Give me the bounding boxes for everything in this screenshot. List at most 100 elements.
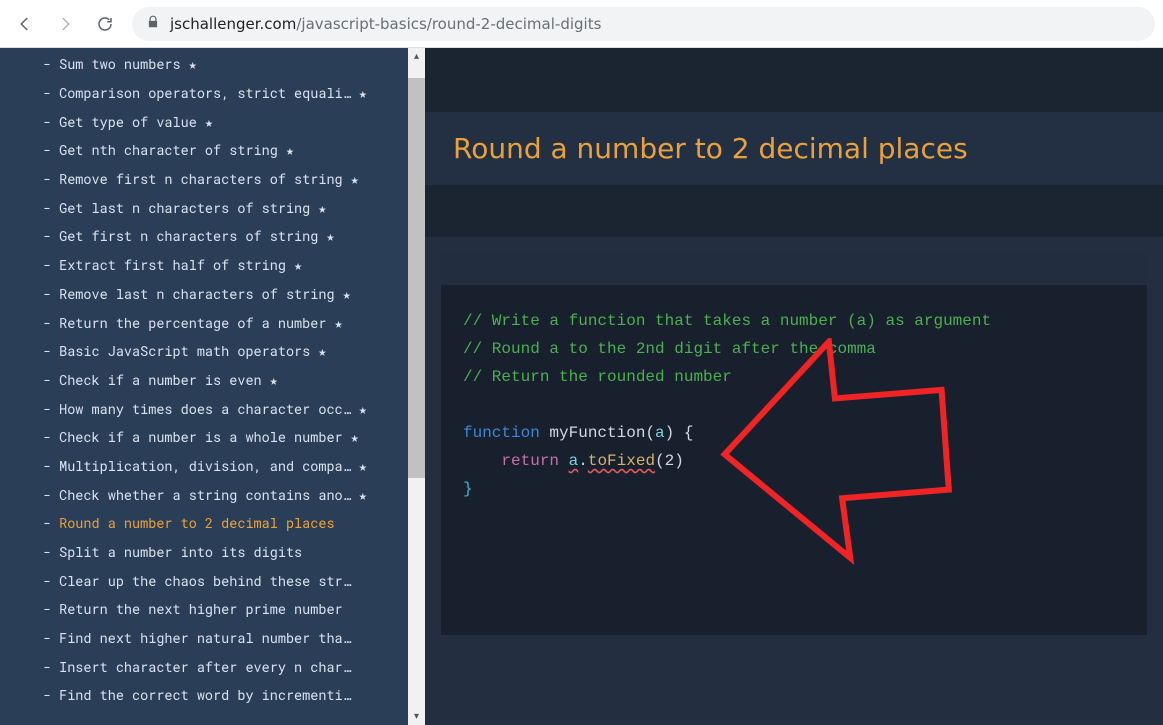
star-icon: ★: [270, 371, 278, 389]
sidebar-item-dash: -: [43, 428, 51, 446]
sidebar-item-dash: -: [43, 256, 51, 274]
sidebar-item[interactable]: -Multiplication, division, and compa…★: [0, 452, 425, 481]
sidebar-item[interactable]: -Check whether a string contains ano…★: [0, 480, 425, 509]
code-comment-3: // Return the rounded number: [463, 368, 732, 386]
sidebar-item-dash: -: [43, 314, 51, 332]
star-icon: ★: [359, 400, 367, 418]
browser-toolbar: jschallenger.com/javascript-basics/round…: [0, 0, 1163, 48]
sidebar-item[interactable]: -Basic JavaScript math operators★: [0, 337, 425, 366]
sidebar-item-dash: -: [43, 686, 51, 704]
sidebar-item[interactable]: -Insert character after every n charac…: [0, 652, 425, 681]
sidebar-item[interactable]: -Comparison operators, strict equali…★: [0, 79, 425, 108]
call-close: ): [674, 452, 684, 470]
param-a: a: [655, 424, 665, 442]
sidebar-item[interactable]: -Sum two numbers★: [0, 50, 425, 79]
sidebar-item[interactable]: -How many times does a character occ…★: [0, 394, 425, 423]
sidebar-item-dash: -: [43, 55, 51, 73]
sidebar-item[interactable]: -Get last n characters of string★: [0, 193, 425, 222]
sidebar-item-label: Remove last n characters of string: [59, 285, 334, 303]
code-editor[interactable]: // Write a function that takes a number …: [441, 285, 1147, 635]
sidebar-item[interactable]: -Round a number to 2 decimal places: [0, 509, 425, 538]
sidebar-item-dash: -: [43, 227, 51, 245]
sidebar-item[interactable]: -Find next higher natural number that …: [0, 624, 425, 653]
challenge-title-bar: Round a number to 2 decimal places: [425, 112, 1163, 185]
sidebar: -Sum two numbers★-Comparison operators, …: [0, 48, 425, 725]
sidebar-item-label: Get last n characters of string: [59, 199, 310, 217]
sidebar-item[interactable]: -Find the correct word by incrementing…: [0, 681, 425, 710]
star-icon: ★: [343, 285, 351, 303]
address-bar[interactable]: jschallenger.com/javascript-basics/round…: [132, 7, 1155, 41]
star-icon: ★: [318, 342, 326, 360]
sidebar-item[interactable]: -Get type of value★: [0, 107, 425, 136]
star-icon: ★: [205, 113, 213, 131]
sidebar-item-label: Return the next higher prime number: [59, 600, 343, 618]
editor-panel: // Write a function that takes a number …: [425, 237, 1163, 725]
sidebar-item-dash: -: [43, 285, 51, 303]
star-icon: ★: [351, 170, 359, 188]
sidebar-item-dash: -: [43, 170, 51, 188]
sidebar-item-dash: -: [43, 400, 51, 418]
forward-button[interactable]: [48, 7, 82, 41]
sidebar-item[interactable]: -Return the next higher prime number: [0, 595, 425, 624]
star-icon: ★: [326, 227, 334, 245]
url-domain: jschallenger.com: [170, 15, 296, 33]
sidebar-item-label: Get first n characters of string: [59, 227, 318, 245]
sidebar-item-label: Get type of value: [59, 113, 197, 131]
arg-2: 2: [665, 452, 675, 470]
sidebar-item-dash: -: [43, 658, 51, 676]
workspace: -Sum two numbers★-Comparison operators, …: [0, 48, 1163, 725]
sidebar-item-label: Multiplication, division, and compa…: [59, 457, 351, 475]
sidebar-item-dash: -: [43, 600, 51, 618]
scroll-down-icon[interactable]: ▾: [408, 708, 425, 725]
sidebar-item-dash: -: [43, 629, 51, 647]
sidebar-item-dash: -: [43, 141, 51, 159]
sidebar-item-label: Remove first n characters of string: [59, 170, 343, 188]
sidebar-item[interactable]: -Check if a number is even★: [0, 366, 425, 395]
paren-open: (: [645, 424, 655, 442]
sidebar-item[interactable]: -Remove last n characters of string ★: [0, 280, 425, 309]
back-button[interactable]: [8, 7, 42, 41]
reload-button[interactable]: [88, 7, 122, 41]
sidebar-item-dash: -: [43, 486, 51, 504]
star-icon: ★: [294, 256, 302, 274]
sidebar-item[interactable]: -Remove first n characters of string ★: [0, 165, 425, 194]
sidebar-list: -Sum two numbers★-Comparison operators, …: [0, 48, 425, 710]
sidebar-item-dash: -: [43, 572, 51, 590]
sidebar-item-label: Get nth character of string: [59, 141, 278, 159]
challenge-title: Round a number to 2 decimal places: [453, 132, 1135, 165]
star-icon: ★: [359, 457, 367, 475]
nav-buttons: [8, 7, 122, 41]
sidebar-item[interactable]: -Extract first half of string ★: [0, 251, 425, 280]
kw-function: function: [463, 424, 540, 442]
sidebar-item[interactable]: -Check if a number is a whole number★: [0, 423, 425, 452]
sidebar-item-label: Basic JavaScript math operators: [59, 342, 310, 360]
spacer-mid: [425, 185, 1163, 237]
sidebar-item[interactable]: -Split a number into its digits: [0, 538, 425, 567]
sidebar-item[interactable]: -Get first n characters of string ★: [0, 222, 425, 251]
sidebar-item-label: Extract first half of string: [59, 256, 286, 274]
sidebar-scrollbar-track[interactable]: ▴ ▾: [408, 48, 425, 725]
star-icon: ★: [318, 199, 326, 217]
sidebar-item[interactable]: -Return the percentage of a number★: [0, 308, 425, 337]
dot: .: [578, 452, 588, 470]
star-icon: ★: [286, 141, 294, 159]
fn-name: myFunction: [549, 424, 645, 442]
scroll-up-icon[interactable]: ▴: [408, 48, 425, 65]
sidebar-item-label: Return the percentage of a number: [59, 314, 326, 332]
paren-close-brace: ) {: [665, 424, 694, 442]
kw-return: return: [501, 452, 559, 470]
reload-icon: [96, 15, 114, 33]
main-content: Round a number to 2 decimal places // Wr…: [425, 48, 1163, 725]
sidebar-item-label: Find next higher natural number that …: [59, 629, 354, 647]
sidebar-item[interactable]: -Get nth character of string ★: [0, 136, 425, 165]
sidebar-scrollbar-thumb[interactable]: [408, 78, 425, 478]
star-icon: ★: [359, 486, 367, 504]
sidebar-item-label: Clear up the chaos behind these strin…: [59, 572, 354, 590]
expr-a: a: [569, 452, 579, 470]
sidebar-item-label: Check if a number is even: [59, 371, 262, 389]
call-open: (: [655, 452, 665, 470]
sidebar-item[interactable]: -Clear up the chaos behind these strin…: [0, 566, 425, 595]
panel-tabs[interactable]: [441, 253, 1147, 285]
sidebar-item-label: Comparison operators, strict equali…: [59, 84, 351, 102]
sidebar-item-label: Find the correct word by incrementing…: [59, 686, 354, 704]
